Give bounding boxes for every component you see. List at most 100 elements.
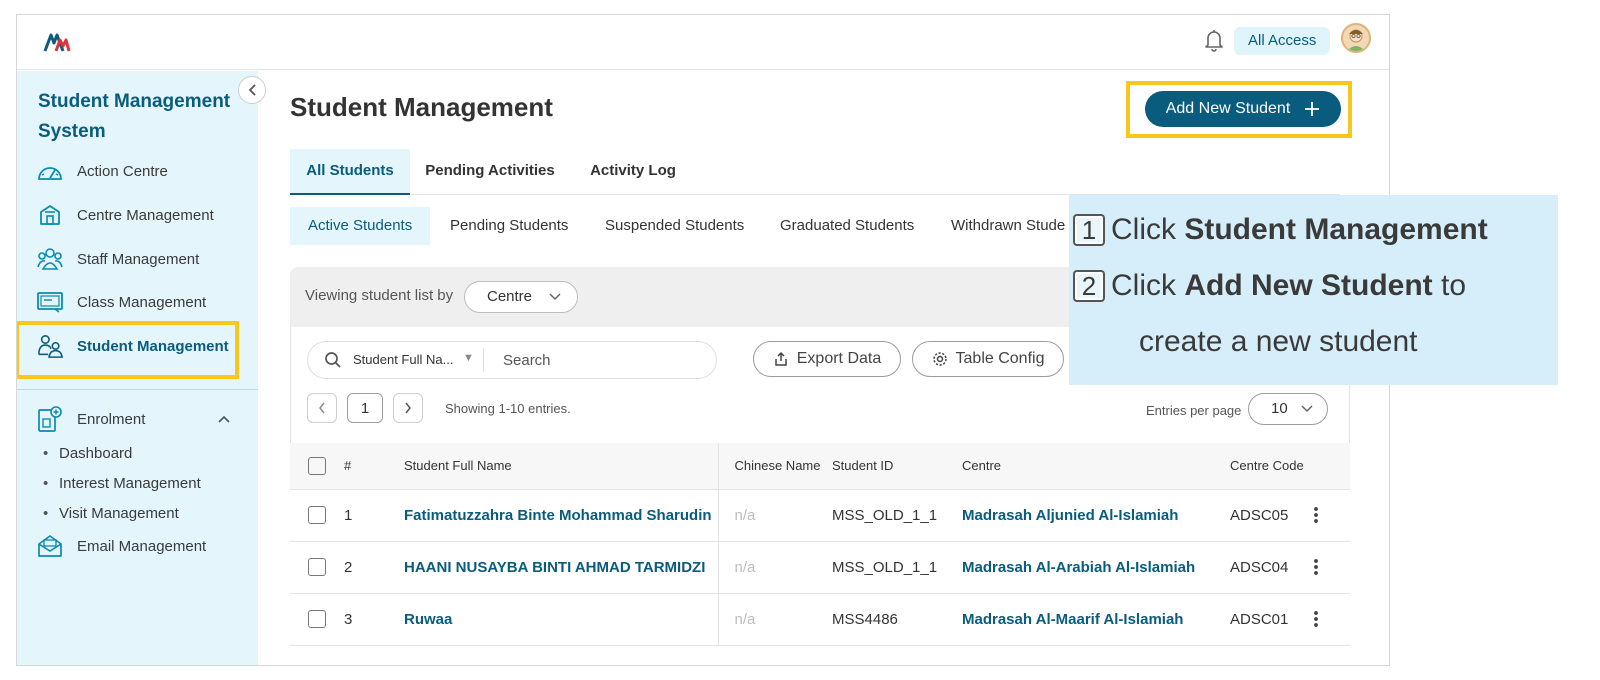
subtab-pending-students[interactable]: Pending Students	[450, 207, 568, 245]
column-header-student-id[interactable]: Student ID	[832, 443, 962, 490]
subtab-suspended-students[interactable]: Suspended Students	[605, 207, 744, 245]
sidebar-item-class-management[interactable]: Class Management	[17, 284, 258, 320]
instruction-step-1: 1 Click Student Management	[1073, 213, 1488, 247]
access-badge[interactable]: All Access	[1234, 27, 1331, 55]
page-title: Student Management	[290, 92, 553, 122]
student-name-link[interactable]: Fatimatuzzahra Binte Mohammad Sharudin	[404, 489, 719, 542]
centre-code-cell: ADSC04	[1230, 541, 1314, 594]
caret-down-icon[interactable]: ▼	[463, 352, 474, 364]
sidebar-item-action-centre[interactable]: Action Centre	[17, 153, 258, 189]
export-icon	[775, 351, 787, 366]
subtab-graduated-students[interactable]: Graduated Students	[780, 207, 914, 245]
sidebar-subitem-interest-management[interactable]: Interest Management	[43, 475, 201, 492]
table-header-row: # Student Full Name Chinese Name Student…	[290, 443, 1350, 490]
next-page-button[interactable]	[393, 393, 423, 423]
add-new-student-button[interactable]: Add New Student	[1145, 91, 1341, 127]
enrolment-icon	[37, 406, 63, 432]
row-checkbox[interactable]	[308, 610, 326, 629]
table-row[interactable]: 1 Fatimatuzzahra Binte Mohammad Sharudin…	[290, 489, 1350, 542]
students-table: # Student Full Name Chinese Name Student…	[290, 443, 1350, 646]
tab-pending-activities[interactable]: Pending Activities	[418, 149, 562, 195]
plus-icon	[1305, 102, 1320, 116]
step-2-target: Add New Student	[1184, 269, 1433, 302]
sidebar-item-email-management[interactable]: Email Management	[17, 528, 258, 564]
centre-code-cell: ADSC01	[1230, 593, 1314, 646]
add-new-student-label: Add New Student	[1165, 100, 1291, 117]
subtab-active-students[interactable]: Active Students	[290, 207, 431, 245]
student-id-cell: MSS4486	[832, 593, 962, 646]
search-icon	[325, 352, 341, 368]
centre-link[interactable]: Madrasah Al-Arabiah Al-Islamiah	[962, 541, 1230, 594]
table-config-label: Table Config	[955, 350, 1045, 367]
sidebar-subitem-visit-management[interactable]: Visit Management	[43, 505, 179, 522]
row-number: 3	[344, 593, 404, 646]
student-id-cell: MSS_OLD_1_1	[832, 541, 962, 594]
table-row[interactable]: 2 HAANI NUSAYBA BINTI AHMAD TARMIDZI n/a…	[290, 541, 1350, 594]
tab-all-students[interactable]: All Students	[290, 149, 410, 195]
select-all-checkbox[interactable]	[308, 456, 326, 475]
centre-code-cell: ADSC05	[1230, 489, 1314, 542]
column-header-centre-code[interactable]: Centre Code	[1230, 443, 1314, 490]
avatar[interactable]	[1341, 23, 1371, 53]
table-row[interactable]: 3 Ruwaa n/a MSS4486 Madrasah Al-Maarif A…	[290, 593, 1350, 646]
column-header-chinese-name[interactable]: Chinese Name	[718, 443, 832, 490]
entries-per-page-select[interactable]: 10	[1248, 393, 1328, 425]
people-icon	[37, 246, 63, 272]
chinese-name-cell: n/a	[718, 489, 832, 542]
search-field-select[interactable]: Student Full Na...	[353, 352, 453, 367]
search-divider	[483, 348, 484, 372]
step-number-2: 2	[1073, 270, 1105, 302]
sidebar-item-label: Class Management	[77, 293, 207, 311]
top-bar: All Access	[17, 15, 1389, 70]
chevron-up-icon[interactable]	[217, 411, 231, 428]
student-name-link[interactable]: HAANI NUSAYBA BINTI AHMAD TARMIDZI	[404, 541, 719, 594]
chevron-down-icon	[549, 282, 561, 312]
chevron-down-icon	[1301, 394, 1313, 424]
sidebar-item-staff-management[interactable]: Staff Management	[17, 241, 258, 277]
more-options-icon[interactable]	[1314, 506, 1318, 525]
more-options-icon[interactable]	[1314, 558, 1318, 577]
search-box: Student Full Na... ▼	[307, 341, 717, 379]
row-number: 1	[344, 489, 404, 542]
sidebar-item-label: Centre Management	[77, 206, 214, 224]
sidebar-collapse-button[interactable]	[238, 76, 266, 104]
filter-label: Viewing student list by	[305, 287, 454, 304]
centre-link[interactable]: Madrasah Aljunied Al-Islamiah	[962, 489, 1230, 542]
step-2-suffix: to	[1432, 269, 1467, 302]
pagination: 1 Showing 1-10 entries.	[307, 393, 571, 423]
classroom-icon	[37, 289, 63, 315]
app-logo-icon[interactable]	[43, 31, 71, 53]
sidebar-item-label: Email Management	[77, 537, 207, 555]
sidebar: Student Management System Action Centre …	[17, 71, 258, 665]
tab-activity-log[interactable]: Activity Log	[578, 149, 688, 195]
student-id-cell: MSS_OLD_1_1	[832, 489, 962, 542]
gauge-icon	[37, 158, 63, 184]
building-icon	[37, 202, 63, 228]
instruction-step-2: 2 Click Add New Student to	[1073, 269, 1466, 303]
bell-icon[interactable]	[1203, 28, 1225, 52]
table-config-button[interactable]: Table Config	[912, 341, 1064, 377]
more-options-icon[interactable]	[1314, 610, 1318, 629]
subtab-withdrawn-students[interactable]: Withdrawn Stude	[951, 207, 1065, 245]
students-icon	[37, 333, 63, 359]
sidebar-subitem-dashboard[interactable]: Dashboard	[43, 445, 132, 462]
centre-select[interactable]: Centre	[464, 281, 578, 313]
step-1-text: Click	[1111, 213, 1185, 246]
chinese-name-cell: n/a	[718, 593, 832, 646]
current-page[interactable]: 1	[347, 393, 383, 423]
column-header-full-name[interactable]: Student Full Name	[404, 443, 719, 490]
sidebar-item-enrolment[interactable]: Enrolment	[17, 401, 258, 437]
student-name-link[interactable]: Ruwaa	[404, 593, 719, 646]
sidebar-item-centre-management[interactable]: Centre Management	[17, 197, 258, 233]
column-header-number: #	[344, 443, 404, 490]
centre-link[interactable]: Madrasah Al-Maarif Al-Islamiah	[962, 593, 1230, 646]
export-data-button[interactable]: Export Data	[753, 341, 901, 377]
centre-select-value: Centre	[487, 288, 533, 305]
sidebar-item-student-management[interactable]: Student Management	[17, 328, 258, 364]
row-checkbox[interactable]	[308, 506, 326, 525]
prev-page-button[interactable]	[307, 393, 337, 423]
search-input[interactable]	[503, 349, 703, 371]
row-checkbox[interactable]	[308, 558, 326, 577]
column-header-centre[interactable]: Centre	[962, 443, 1230, 490]
gear-icon	[932, 352, 947, 366]
